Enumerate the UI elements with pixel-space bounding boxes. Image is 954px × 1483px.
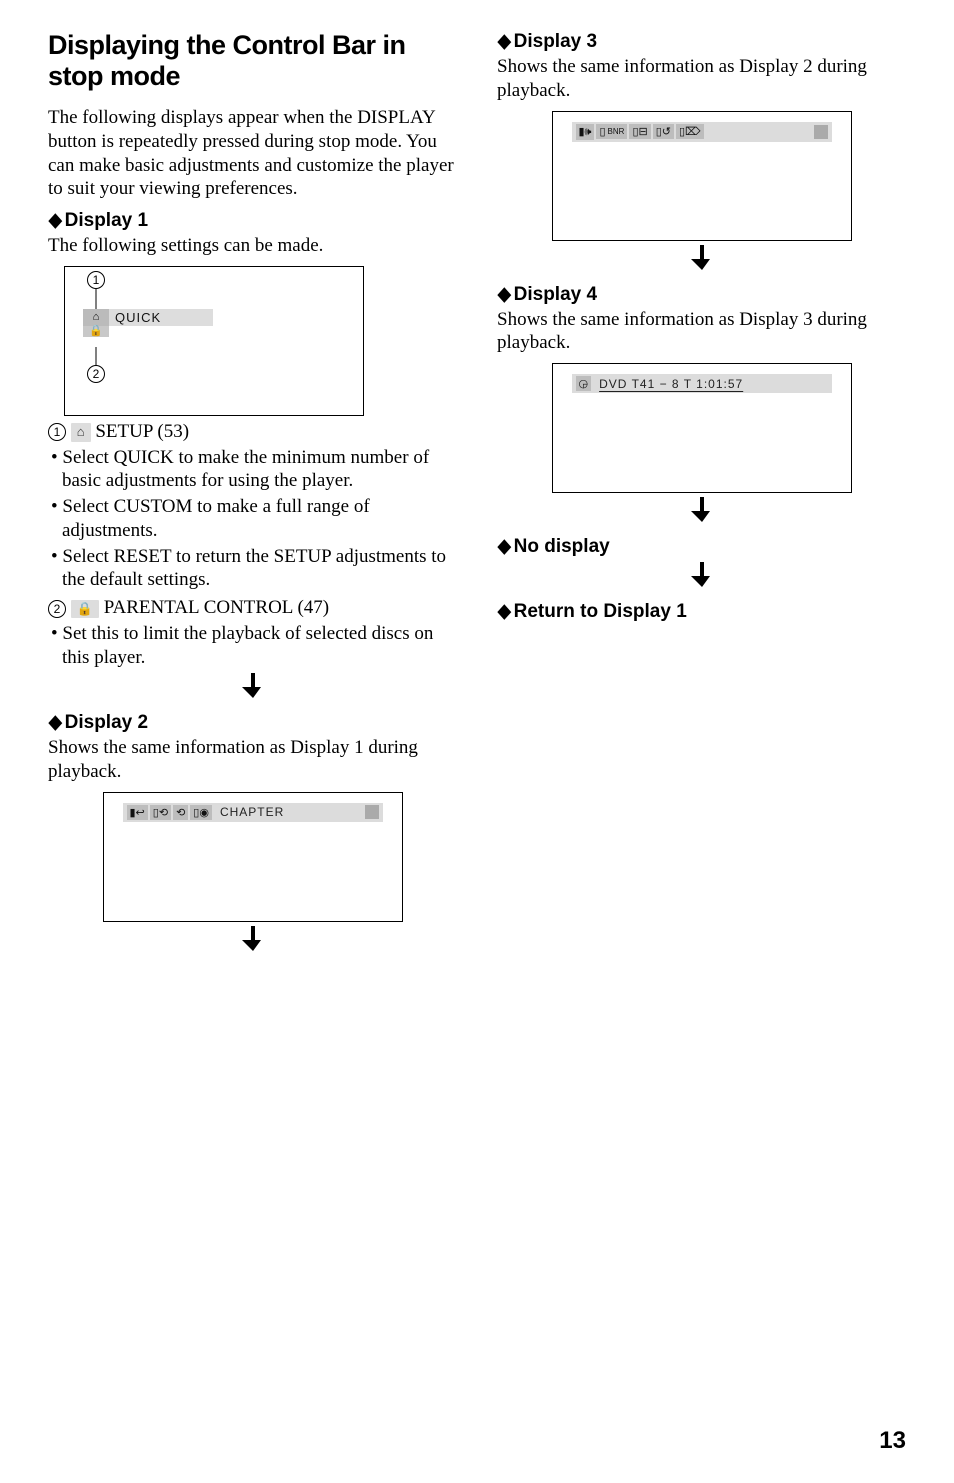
shuffle-icon: ⟲ [173,805,188,820]
ab-repeat-icon: ▯⟲ [150,805,171,820]
display4-body: Shows the same information as Display 3 … [497,308,906,356]
section-heading: Displaying the Control Bar in stop mode [48,30,457,92]
callout-line-icon [95,289,97,309]
intro-paragraph: The following displays appear when the D… [48,106,457,201]
bullet-quick: • Select QUICK to make the minimum numbe… [48,446,457,494]
display1-body: The following settings can be made. [48,234,457,258]
arrow-down-icon [48,926,457,958]
lock-icon: 🔒 [83,326,109,337]
toolbox-icon: ⌂ [83,309,109,326]
toolbox-icon: ⌂ [71,423,91,441]
screen1-row-parental: 🔒 [83,326,109,337]
bnr-icon: ▯BNR [596,124,627,139]
disc-icon: ◶ [576,376,592,391]
display4-bar: ◶ DVD T41 − 8 T 1:01:57 [572,374,832,393]
display4-time-label: DVD T41 − 8 T 1:01:57 [593,377,827,391]
callout-1-line: 1 ⌂ SETUP (53) [48,420,457,444]
display2-bar: ▮↩ ▯⟲ ⟲ ▯◉ CHAPTER [123,803,383,822]
angle-icon: ▯⌦ [676,124,704,139]
diamond-icon: ◆ [49,711,62,734]
lock-icon: 🔒 [71,600,99,618]
bullet-custom: • Select CUSTOM to make a full range of … [48,495,457,543]
display1-title: Display 1 [65,210,148,231]
return-title: Return to Display 1 [514,601,687,622]
display1-heading: ◆Display 1 [48,209,457,232]
display1-screen: 1 ⌂ QUICK 🔒 2 [64,266,364,416]
callout-2-line: 2 🔒 PARENTAL CONTROL (47) [48,596,457,620]
diamond-icon: ◆ [498,535,511,558]
audio-icon: ▮🕪 [576,124,595,140]
diamond-icon: ◆ [498,600,511,623]
arrow-down-icon [497,562,906,594]
bar-end-icon [814,125,828,139]
arrow-down-icon [497,497,906,529]
return-heading: ◆Return to Display 1 [497,600,906,623]
bullet-parental: • Set this to limit the playback of sele… [48,622,457,670]
zoom-icon: ▯↺ [653,124,674,139]
display3-title: Display 3 [514,31,597,52]
display3-heading: ◆Display 3 [497,30,906,53]
diamond-icon: ◆ [49,209,62,232]
screen1-row-setup: ⌂ QUICK [83,309,213,326]
setup-label: SETUP (53) [95,421,189,442]
diamond-icon: ◆ [498,30,511,53]
time-search-icon: ▯◉ [190,805,212,820]
repeat-icon: ▮↩ [127,805,148,820]
picture-mode-icon: ▯⊟ [629,124,650,139]
display4-title: Display 4 [514,284,597,305]
display2-body: Shows the same information as Display 1 … [48,736,457,784]
callout-line-icon [95,347,97,365]
display3-screen: ▮🕪 ▯BNR ▯⊟ ▯↺ ▯⌦ [552,111,852,241]
nodisplay-title: No display [514,536,610,557]
display3-bar: ▮🕪 ▯BNR ▯⊟ ▯↺ ▯⌦ [572,122,832,142]
display2-title: Display 2 [65,712,148,733]
display3-body: Shows the same information as Display 2 … [497,55,906,103]
page-number: 13 [879,1427,906,1455]
bullet-reset: • Select RESET to return the SETUP adjus… [48,545,457,593]
arrow-down-icon [497,245,906,277]
display2-screen: ▮↩ ▯⟲ ⟲ ▯◉ CHAPTER [103,792,403,922]
parental-label: PARENTAL CONTROL (47) [104,597,329,618]
display2-chapter-label: CHAPTER [214,805,363,819]
screen1-quick-label: QUICK [109,309,213,326]
diamond-icon: ◆ [498,283,511,306]
arrow-down-icon [48,673,457,705]
callout-1-icon: 1 [87,271,105,289]
display4-screen: ◶ DVD T41 − 8 T 1:01:57 [552,363,852,493]
callout-2-num-icon: 2 [48,600,66,618]
display4-heading: ◆Display 4 [497,283,906,306]
bar-end-icon [365,805,379,819]
callout-1-num-icon: 1 [48,423,66,441]
nodisplay-heading: ◆No display [497,535,906,558]
callout-2-icon: 2 [87,365,105,383]
display2-heading: ◆Display 2 [48,711,457,734]
